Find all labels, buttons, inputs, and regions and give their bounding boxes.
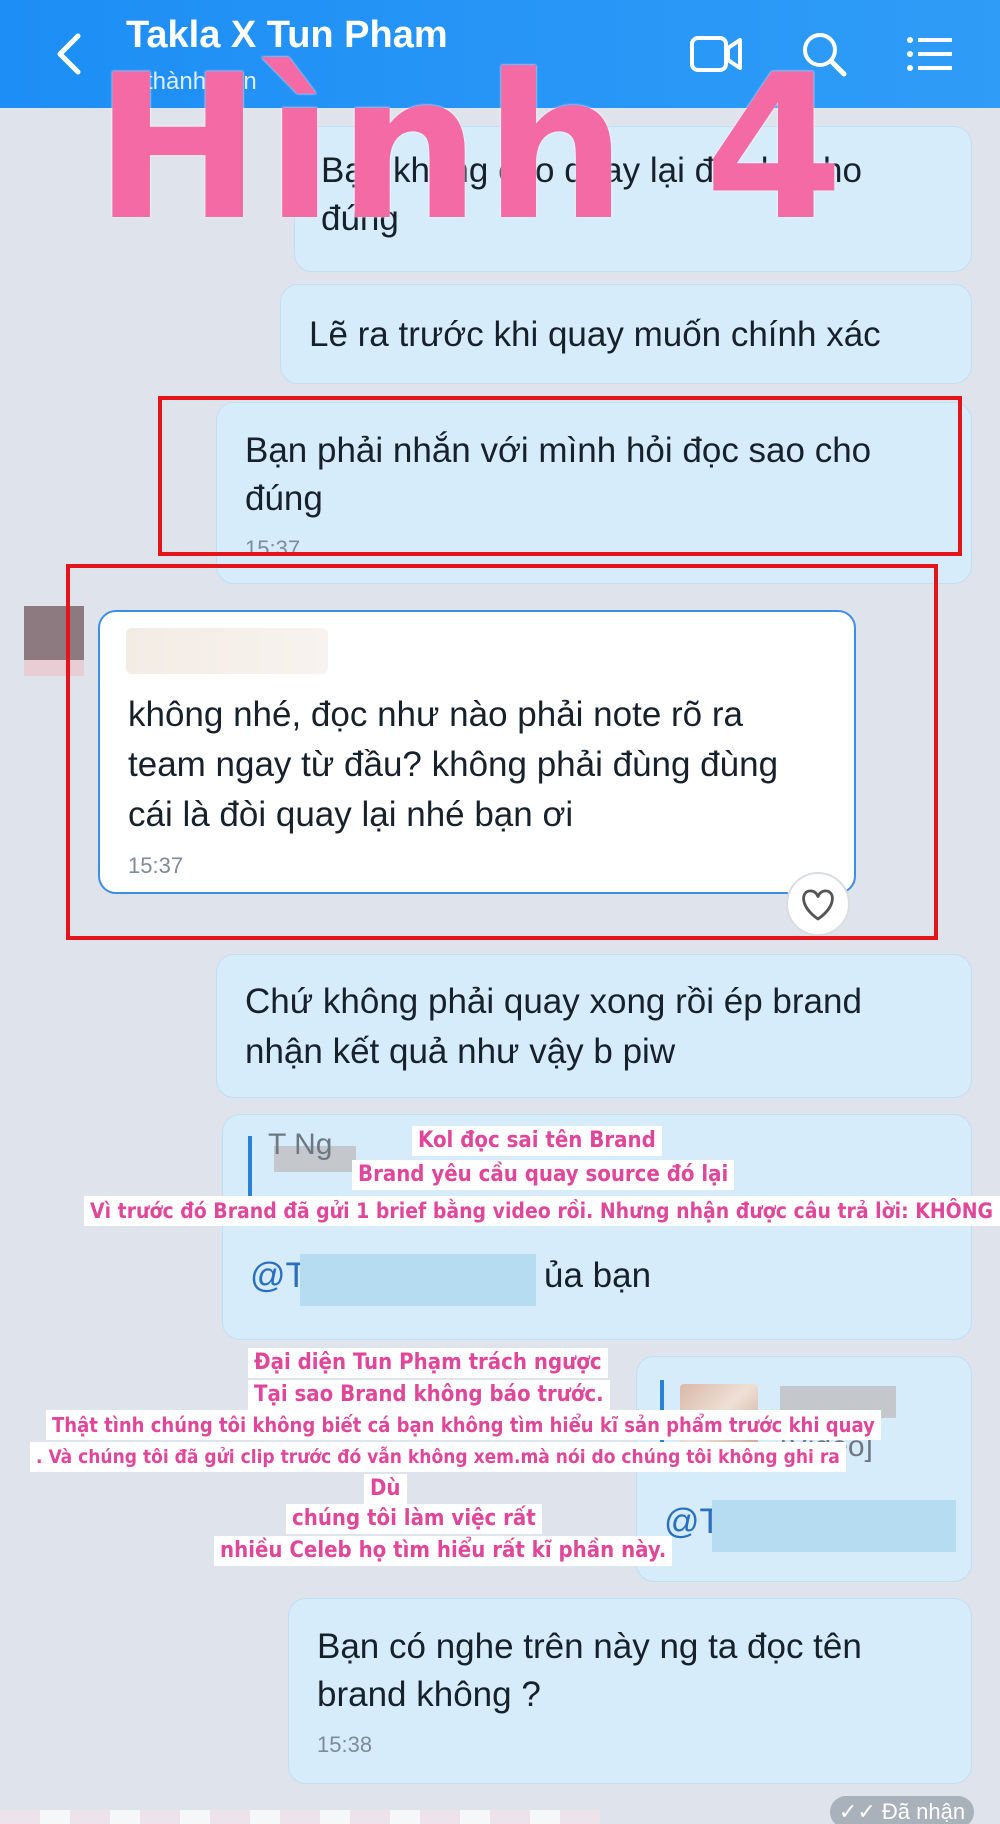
bottom-decoration — [0, 1810, 600, 1824]
highlight-box — [66, 564, 938, 940]
message-bubble-outgoing[interactable]: Bạn có nghe trên này ng ta đọc tên brand… — [288, 1598, 972, 1784]
message-bubble-outgoing[interactable]: Lẽ ra trước khi quay muốn chính xác — [280, 284, 972, 384]
caption-line: nhiều Celeb họ tìm hiểu rất kĩ phần này. — [214, 1536, 673, 1566]
mention-tag[interactable]: @T — [250, 1256, 307, 1296]
message-text: ủa bạn — [544, 1256, 652, 1295]
mention-name-blurred — [712, 1500, 956, 1552]
message-text: Chứ không phải quay xong rồi ép brand nh… — [245, 982, 862, 1071]
overlay-title: Hình 4 — [94, 32, 848, 265]
message-time: 15:38 — [317, 1732, 373, 1757]
caption-line: Brand yêu cầu quay source đó lại — [352, 1160, 735, 1190]
caption-line: Thật tình chúng tôi không biết cá bạn kh… — [46, 1410, 881, 1440]
message-text: Lẽ ra trước khi quay muốn chính xác — [309, 315, 881, 354]
quote-sender: T Ng — [268, 1128, 333, 1161]
mention-name-blurred — [300, 1254, 536, 1306]
caption-line: Tại sao Brand không báo trước. — [248, 1380, 610, 1410]
message-bubble-outgoing[interactable]: Chứ không phải quay xong rồi ép brand nh… — [216, 954, 972, 1098]
caption-line: Kol đọc sai tên Brand — [412, 1126, 662, 1156]
caption-line: chúng tôi làm việc rất — [286, 1504, 542, 1534]
caption-line: Dù — [364, 1474, 407, 1504]
message-text: Bạn có nghe trên này ng ta đọc tên brand… — [317, 1627, 862, 1714]
caption-line: Vì trước đó Brand đã gửi 1 brief bằng vi… — [84, 1196, 1000, 1226]
caption-line: Đại diện Tun Phạm trách ngược — [248, 1348, 608, 1378]
menu-list-icon[interactable] — [902, 28, 958, 80]
caption-line: . Và chúng tôi đã gửi clip trước đó vẫn … — [30, 1442, 846, 1472]
chevron-left-icon[interactable] — [48, 30, 88, 78]
highlight-box — [158, 396, 962, 556]
received-status-badge: ✓✓ Đã nhận — [830, 1796, 974, 1824]
